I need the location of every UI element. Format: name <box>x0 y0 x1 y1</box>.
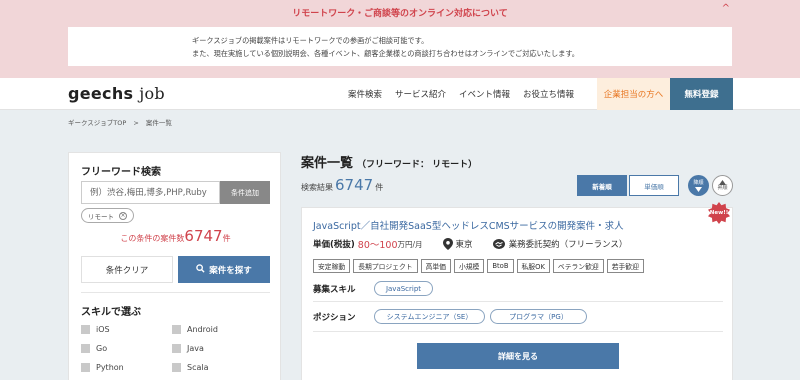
nav-item-useful-info[interactable]: お役立ち情報 <box>523 88 574 100</box>
skill-label: iOS <box>96 325 110 334</box>
skill-label: Java <box>187 344 204 353</box>
freeword-title: フリーワード検索 <box>81 167 161 178</box>
register-button[interactable]: 無料登録 <box>670 78 733 110</box>
job-title[interactable]: JavaScript／自社開発SaaS型ヘッドレスCMSサービスの開発案件・求人 <box>313 218 624 232</box>
checkbox[interactable] <box>172 363 181 372</box>
divider <box>313 331 723 332</box>
notice-banner: リモートワーク・ご商談等のオンライン対応について ^ ギークスジョブの掲載案件は… <box>0 0 800 78</box>
feature-tag: BtoB <box>487 259 514 273</box>
site-header: geechs job 案件検索 サービス紹介 イベント情報 お役立ち情報 企業担… <box>0 78 800 110</box>
notice-line-1: ギークスジョブの掲載案件はリモートワークでの参画がご相談可能です。 <box>192 36 429 45</box>
chevron-up-icon[interactable]: ^ <box>722 3 730 14</box>
site-logo[interactable]: geechs job <box>68 84 165 103</box>
logo-main-text: geechs <box>68 84 134 103</box>
job-card: New!! JavaScript／自社開発SaaS型ヘッドレスCMSサービスの開… <box>301 202 733 380</box>
page-title: 案件一覧 （フリーワード： リモート） <box>301 152 477 171</box>
condition-count: この条件の案件数6747件 <box>69 227 282 245</box>
checkbox[interactable] <box>172 325 181 334</box>
contract-type: 業務委託契約（フリーランス） <box>508 240 628 250</box>
sort-price-button[interactable]: 単価順 <box>629 175 679 196</box>
position-label: ポジション <box>313 313 356 323</box>
sort-newest-button[interactable]: 新着順 <box>577 175 627 196</box>
nav-item-job-search[interactable]: 案件検索 <box>348 88 382 100</box>
search-icon <box>196 264 205 275</box>
feature-tag: 若手歓迎 <box>606 259 644 273</box>
skill-label: Go <box>96 344 108 353</box>
skill-checkbox-ios[interactable]: iOS <box>81 325 110 334</box>
notice-message: ギークスジョブの掲載案件はリモートワークでの参画がご相談可能です。 また、現在実… <box>68 27 732 66</box>
close-icon[interactable]: × <box>119 211 127 220</box>
new-badge: New!! <box>708 202 730 224</box>
condition-chip-label: リモート <box>88 212 114 221</box>
notice-line-2: また、現在実施している個別説明会、各種イベント、顧客企業様との商談打ち合わせはオ… <box>192 49 579 58</box>
feature-tag: ベテラン歓迎 <box>552 259 604 273</box>
main-nav: 案件検索 サービス紹介 イベント情報 お役立ち情報 <box>348 78 587 110</box>
feature-tag: 高単価 <box>420 259 451 273</box>
checkbox[interactable] <box>172 344 181 353</box>
skill-section-title: スキルで選ぶ <box>81 307 141 318</box>
price-value: 80〜100 <box>357 240 398 251</box>
notice-title[interactable]: リモートワーク・ご商談等のオンライン対応について <box>0 6 800 19</box>
breadcrumb: ギークスジョブTOP > 案件一覧 <box>68 117 177 127</box>
result-count-value: 6747 <box>335 176 374 194</box>
sort-descending-button[interactable]: 降順 <box>688 175 709 196</box>
triangle-down-icon <box>695 186 702 192</box>
breadcrumb-home[interactable]: ギークスジョブTOP <box>68 119 126 127</box>
breadcrumb-current: 案件一覧 <box>145 119 172 127</box>
skill-checkbox-python[interactable]: Python <box>81 363 124 372</box>
result-count: 検索結果 6747 件 <box>301 176 383 194</box>
condition-chip[interactable]: リモート × <box>81 208 134 223</box>
position-pill[interactable]: システムエンジニア（SE） <box>374 309 485 324</box>
feature-tag: 安定稼動 <box>313 259 351 273</box>
logo-sub-text: job <box>139 84 165 103</box>
skill-label: Android <box>187 325 218 334</box>
price-unit: 万円/月 <box>397 239 423 249</box>
position-pill[interactable]: プログラマ（PG） <box>490 309 587 324</box>
checkbox[interactable] <box>81 363 90 372</box>
count-value: 6747 <box>184 227 223 245</box>
feature-tags: 安定稼動 長期プロジェクト 高単価 小規模 BtoB 私服OK ベテラン歓迎 若… <box>313 259 647 273</box>
page-title-text: 案件一覧 <box>301 156 354 171</box>
divider <box>81 292 270 293</box>
location-value: 東京 <box>455 240 473 250</box>
feature-tag: 長期プロジェクト <box>353 259 418 273</box>
nav-item-events[interactable]: イベント情報 <box>459 88 510 100</box>
sort-desc-label: 降順 <box>693 179 704 186</box>
skill-pill[interactable]: JavaScript <box>374 281 433 296</box>
divider <box>313 301 723 302</box>
checkbox[interactable] <box>81 344 90 353</box>
search-panel: フリーワード検索 条件追加 リモート × この条件の案件数6747件 条件クリア… <box>68 152 281 380</box>
result-suffix: 件 <box>375 183 384 192</box>
breadcrumb-separator: > <box>133 119 139 127</box>
nav-item-services[interactable]: サービス紹介 <box>395 88 446 100</box>
count-suffix: 件 <box>222 234 231 243</box>
count-prefix: この条件の案件数 <box>120 234 185 243</box>
page-subtitle: （フリーワード： リモート） <box>357 160 478 170</box>
result-prefix: 検索結果 <box>301 183 333 192</box>
skill-checkbox-go[interactable]: Go <box>81 344 107 353</box>
feature-tag: 小規模 <box>453 259 485 273</box>
checkbox[interactable] <box>81 325 90 334</box>
skill-label: Scala <box>187 363 209 372</box>
view-details-button[interactable]: 詳細を見る <box>417 343 619 369</box>
clear-conditions-button[interactable]: 条件クリア <box>81 256 173 283</box>
find-jobs-button[interactable]: 案件を探す <box>178 256 270 283</box>
skill-checkbox-scala[interactable]: Scala <box>172 363 209 372</box>
corporate-link[interactable]: 企業担当の方へ <box>597 78 670 110</box>
skill-checkbox-android[interactable]: Android <box>172 325 218 334</box>
location-pin-icon <box>442 238 453 250</box>
job-info-row: 単価(税抜) 80〜100 万円/月 東京 業務委託契約（フリーランス） <box>313 237 627 251</box>
handshake-icon <box>492 239 505 249</box>
freeword-input[interactable] <box>81 181 220 204</box>
skill-label: 募集スキル <box>313 285 356 295</box>
sort-ascending-button[interactable]: 昇順 <box>712 175 733 196</box>
price-label: 単価(税抜) <box>313 240 355 250</box>
skill-label: Python <box>96 363 124 372</box>
skill-checkbox-java[interactable]: Java <box>172 344 204 353</box>
feature-tag: 私服OK <box>516 259 550 273</box>
sort-asc-label: 昇順 <box>717 184 728 191</box>
find-jobs-label: 案件を探す <box>209 265 252 276</box>
add-condition-button[interactable]: 条件追加 <box>220 181 270 204</box>
